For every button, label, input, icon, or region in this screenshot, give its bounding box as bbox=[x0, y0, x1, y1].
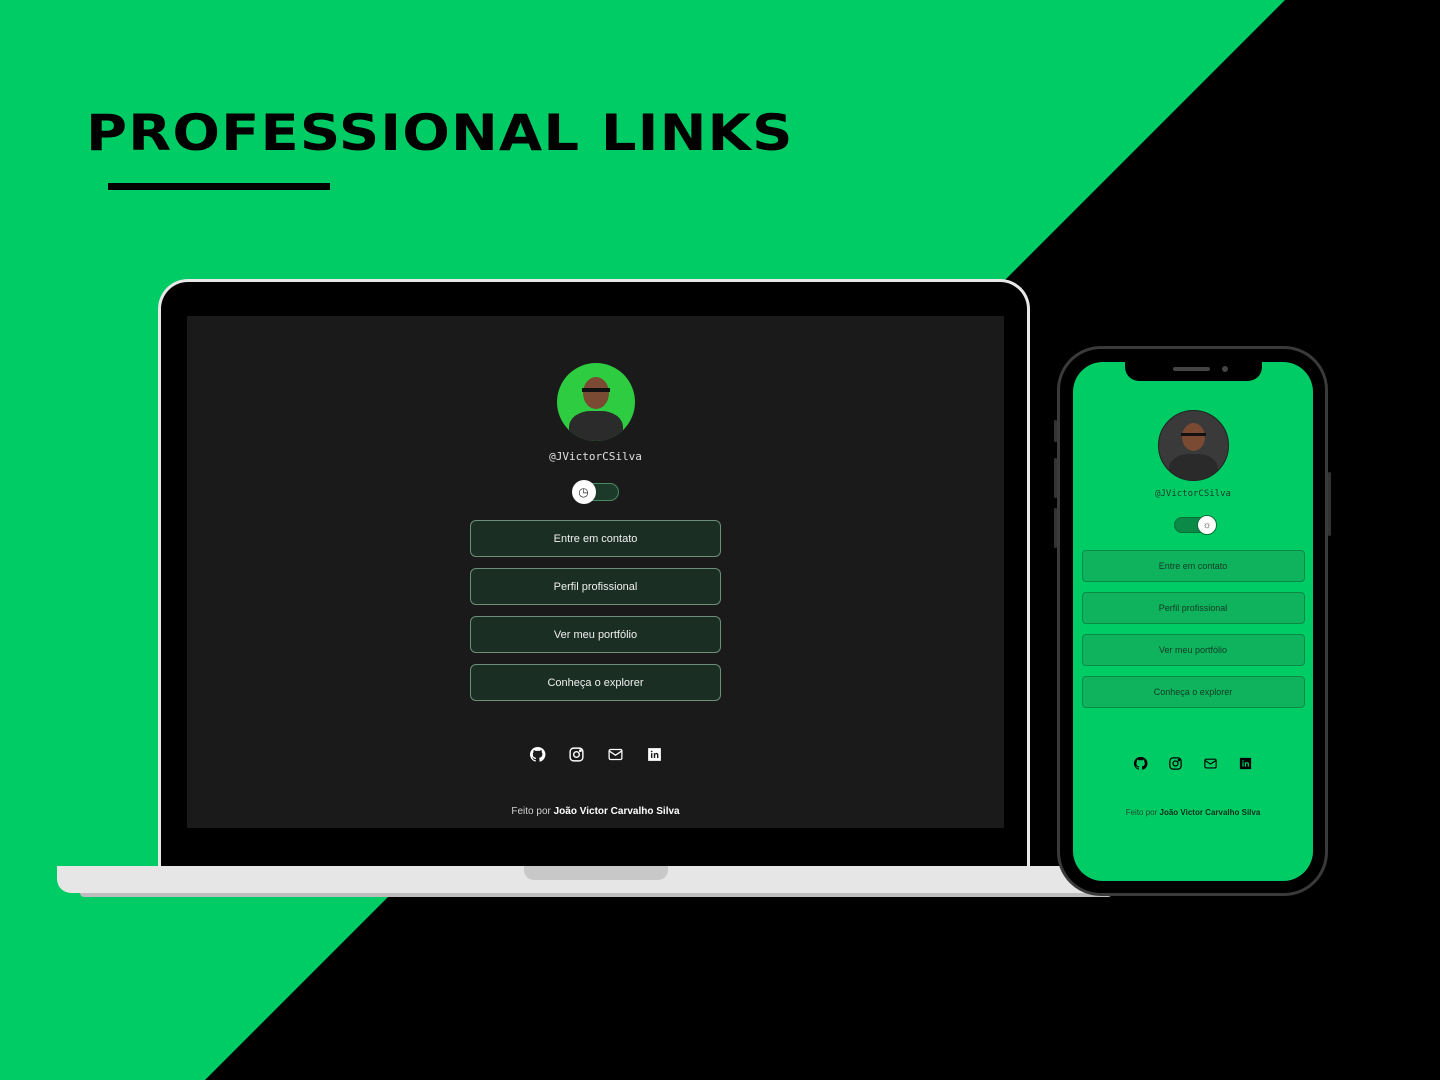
title-underline bbox=[108, 183, 330, 190]
phone-screen: @JVictorCSilva ☼ Entre em contato Perfil… bbox=[1073, 362, 1313, 881]
instagram-icon[interactable] bbox=[567, 745, 586, 764]
mail-icon[interactable] bbox=[1202, 755, 1219, 772]
phone-notch bbox=[1125, 361, 1262, 381]
linkedin-icon[interactable] bbox=[1237, 755, 1254, 772]
github-icon[interactable] bbox=[528, 745, 547, 764]
avatar-body bbox=[568, 411, 623, 441]
laptop-screen: @JVictorCSilva ◷ Entre em contato Perfil… bbox=[187, 316, 1004, 828]
avatar-glasses bbox=[581, 388, 610, 392]
avatar-head bbox=[582, 377, 609, 409]
profile-handle: @JVictorCSilva bbox=[549, 450, 642, 463]
profile-handle: @JVictorCSilva bbox=[1155, 489, 1231, 499]
hero-title: PROFESSIONAL LINKS bbox=[86, 104, 794, 162]
profile-page: @JVictorCSilva ☼ Entre em contato Perfil… bbox=[1073, 362, 1313, 881]
laptop-base-shadow bbox=[80, 893, 1112, 897]
avatar-body bbox=[1168, 454, 1218, 480]
link-button-contact[interactable]: Entre em contato bbox=[470, 520, 721, 557]
link-button-contact[interactable]: Entre em contato bbox=[1081, 550, 1305, 582]
phone-side-button-right bbox=[1328, 472, 1331, 536]
phone-side-button-left bbox=[1054, 508, 1057, 548]
instagram-icon[interactable] bbox=[1167, 755, 1184, 772]
phone-camera bbox=[1222, 366, 1228, 372]
avatar bbox=[556, 363, 635, 441]
link-button-profile[interactable]: Perfil profissional bbox=[1081, 592, 1305, 624]
footer-credit: Feito por João Victor Carvalho Silva bbox=[511, 806, 679, 817]
laptop-hinge-notch bbox=[524, 866, 668, 880]
mail-icon[interactable] bbox=[606, 745, 625, 764]
link-button-explorer[interactable]: Conheça o explorer bbox=[1081, 676, 1305, 708]
social-links bbox=[1132, 755, 1254, 772]
theme-toggle[interactable]: ◷ bbox=[571, 480, 619, 504]
avatar-head bbox=[1181, 423, 1205, 451]
footer-credit: Feito por João Victor Carvalho Silva bbox=[1126, 808, 1261, 817]
github-icon[interactable] bbox=[1132, 755, 1149, 772]
moon-icon: ◷ bbox=[571, 480, 596, 504]
phone-side-button-left bbox=[1054, 420, 1057, 442]
profile-page: @JVictorCSilva ◷ Entre em contato Perfil… bbox=[187, 316, 1004, 828]
footer-author: João Victor Carvalho Silva bbox=[1159, 808, 1261, 817]
link-button-portfolio[interactable]: Ver meu portfólio bbox=[1081, 634, 1305, 666]
linkedin-icon[interactable] bbox=[645, 745, 664, 764]
phone-side-button-left bbox=[1054, 458, 1057, 498]
phone-speaker bbox=[1173, 367, 1210, 371]
link-button-portfolio[interactable]: Ver meu portfólio bbox=[470, 616, 721, 653]
avatar-glasses bbox=[1180, 433, 1206, 436]
link-button-explorer[interactable]: Conheça o explorer bbox=[470, 664, 721, 701]
sun-icon: ☼ bbox=[1197, 515, 1217, 535]
footer-prefix: Feito por bbox=[1125, 808, 1158, 817]
footer-prefix: Feito por bbox=[511, 806, 551, 817]
link-button-profile[interactable]: Perfil profissional bbox=[470, 568, 721, 605]
social-links bbox=[528, 745, 664, 764]
theme-toggle[interactable]: ☼ bbox=[1174, 515, 1217, 535]
avatar bbox=[1157, 410, 1229, 481]
footer-author: João Victor Carvalho Silva bbox=[553, 806, 680, 817]
